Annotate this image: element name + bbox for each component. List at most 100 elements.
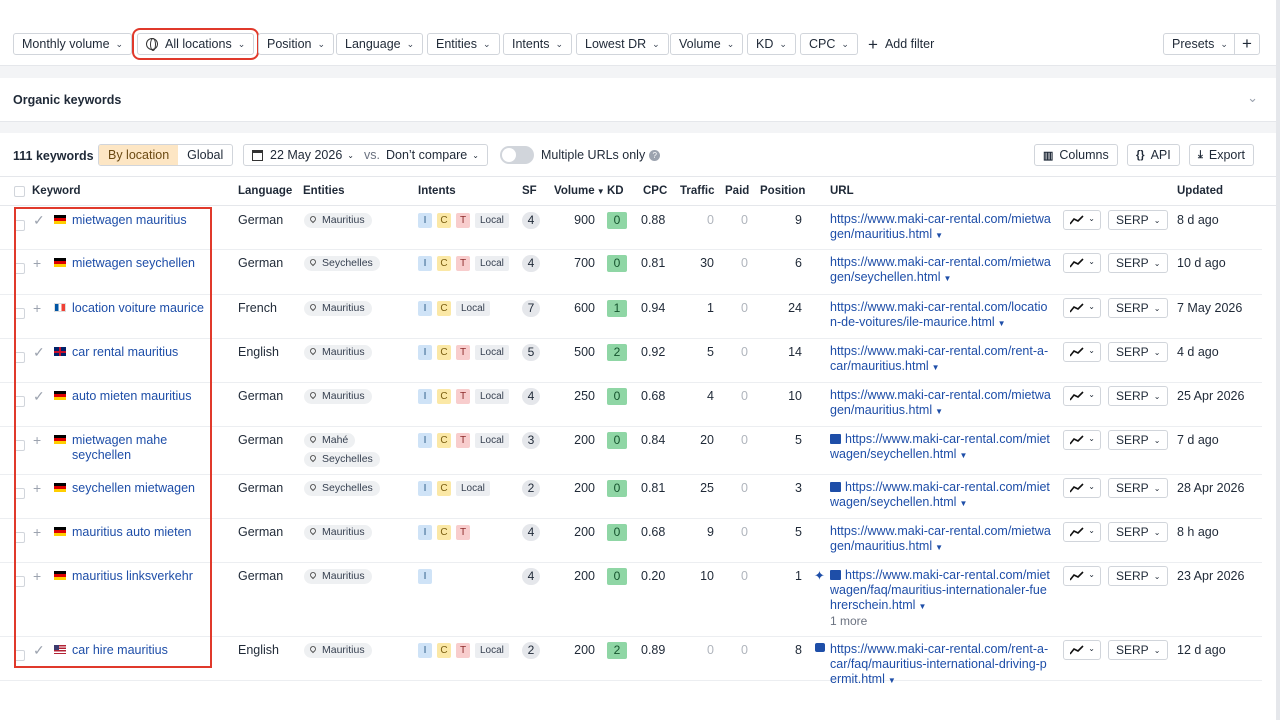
caret-down-icon[interactable]: ▼ xyxy=(998,319,1006,328)
column-header-position[interactable]: Position xyxy=(760,185,805,197)
add-filter-button[interactable]: + Add filter xyxy=(868,33,934,55)
chevron-down-icon[interactable]: ⌄ xyxy=(1247,90,1258,106)
columns-button[interactable]: ▥ Columns xyxy=(1034,144,1118,166)
url-cell: https://www.maki-car-rental.com/rent-a-c… xyxy=(830,344,1052,375)
entity-chip[interactable]: Mauritius xyxy=(304,389,372,404)
filter-entities[interactable]: Entities ⌄ xyxy=(427,33,500,55)
entity-chip[interactable]: Mauritius xyxy=(304,345,372,360)
serp-button[interactable]: SERP ⌄ xyxy=(1108,386,1169,406)
trend-chart-button[interactable]: ⌄ xyxy=(1063,342,1101,362)
chevron-down-icon: ⌄ xyxy=(1153,347,1161,357)
entity-chip[interactable]: Mauritius xyxy=(304,643,372,658)
url-link[interactable]: https://www.maki-car-rental.com/rent-a-c… xyxy=(830,642,1048,686)
column-header-updated[interactable]: Updated xyxy=(1177,185,1223,197)
url-link[interactable]: https://www.maki-car-rental.com/location… xyxy=(830,300,1047,329)
sf-count[interactable]: 4 xyxy=(522,255,540,272)
caret-down-icon[interactable]: ▼ xyxy=(932,363,940,372)
filter-language[interactable]: Language ⌄ xyxy=(336,33,424,55)
column-header-entities[interactable]: Entities xyxy=(303,185,345,197)
filter-lowest-dr[interactable]: Lowest DR ⌄ xyxy=(576,33,669,55)
global-button[interactable]: Global xyxy=(178,145,232,165)
more-urls-link[interactable]: 1 more xyxy=(830,614,1052,629)
serp-button[interactable]: SERP ⌄ xyxy=(1108,566,1169,586)
entity-chip[interactable]: Seychelles xyxy=(304,256,380,271)
caret-down-icon[interactable]: ▼ xyxy=(959,499,967,508)
filter-volume[interactable]: Volume ⌄ xyxy=(670,33,744,55)
serp-button[interactable]: SERP ⌄ xyxy=(1108,430,1169,450)
sf-count[interactable]: 5 xyxy=(522,344,540,361)
entity-chip[interactable]: Mauritius xyxy=(304,569,372,584)
caret-down-icon[interactable]: ▼ xyxy=(888,676,896,685)
filter-intents[interactable]: Intents ⌄ xyxy=(503,33,573,55)
help-icon[interactable]: ? xyxy=(649,150,661,161)
url-link[interactable]: https://www.maki-car-rental.com/mietwage… xyxy=(830,568,1050,612)
column-header-language[interactable]: Language xyxy=(238,185,292,197)
trend-chart-button[interactable]: ⌄ xyxy=(1063,640,1101,660)
sf-count[interactable]: 4 xyxy=(522,388,540,405)
serp-button[interactable]: SERP ⌄ xyxy=(1108,253,1169,273)
trend-chart-button[interactable]: ⌄ xyxy=(1063,522,1101,542)
caret-down-icon[interactable]: ▼ xyxy=(935,231,943,240)
column-header-sf[interactable]: SF xyxy=(522,185,537,197)
api-button[interactable]: {} API xyxy=(1127,144,1180,166)
filter-cpc[interactable]: CPC ⌄ xyxy=(800,33,858,55)
column-header-intents[interactable]: Intents xyxy=(418,185,456,197)
scrollbar[interactable] xyxy=(1276,0,1280,720)
serp-button[interactable]: SERP ⌄ xyxy=(1108,640,1169,660)
entity-chip[interactable]: Mauritius xyxy=(304,525,372,540)
url-link[interactable]: https://www.maki-car-rental.com/mietwage… xyxy=(830,432,1050,461)
serp-button[interactable]: SERP ⌄ xyxy=(1108,210,1169,230)
entity-chip[interactable]: Mauritius xyxy=(304,301,372,316)
column-header-url[interactable]: URL xyxy=(830,185,854,197)
caret-down-icon[interactable]: ▼ xyxy=(935,543,943,552)
serp-button[interactable]: SERP ⌄ xyxy=(1108,522,1169,542)
date-compare-picker[interactable]: 22 May 2026 ⌄ vs. Don’t compare ⌄ xyxy=(243,144,488,166)
entity-chip[interactable]: Mahé xyxy=(304,433,356,448)
entity-chip[interactable]: Seychelles xyxy=(304,452,380,467)
serp-button[interactable]: SERP ⌄ xyxy=(1108,342,1169,362)
sf-count[interactable]: 2 xyxy=(522,642,540,659)
select-all-checkbox[interactable] xyxy=(14,186,25,197)
caret-down-icon[interactable]: ▼ xyxy=(959,451,967,460)
trend-chart-button[interactable]: ⌄ xyxy=(1063,566,1101,586)
sf-count[interactable]: 7 xyxy=(522,300,540,317)
presets-button[interactable]: Presets ⌄ xyxy=(1163,33,1237,55)
multiple-urls-toggle[interactable] xyxy=(500,146,534,164)
caret-down-icon[interactable]: ▼ xyxy=(918,602,926,611)
entity-chip[interactable]: Mauritius xyxy=(304,213,372,228)
organic-keywords-panel[interactable]: Organic keywords ⌄ xyxy=(0,78,1276,122)
caret-down-icon[interactable]: ▼ xyxy=(935,407,943,416)
export-button[interactable]: ⤓ Export xyxy=(1189,144,1255,166)
trend-chart-button[interactable]: ⌄ xyxy=(1063,478,1101,498)
url-link[interactable]: https://www.maki-car-rental.com/mietwage… xyxy=(830,255,1051,284)
column-header-volume[interactable]: Volume ▼ xyxy=(554,185,605,197)
trend-chart-button[interactable]: ⌄ xyxy=(1063,386,1101,406)
sf-count[interactable]: 2 xyxy=(522,480,540,497)
filter-position[interactable]: Position ⌄ xyxy=(258,33,335,55)
trend-chart-button[interactable]: ⌄ xyxy=(1063,253,1101,273)
serp-button[interactable]: SERP ⌄ xyxy=(1108,298,1169,318)
sf-count[interactable]: 4 xyxy=(522,568,540,585)
entity-chip[interactable]: Seychelles xyxy=(304,481,380,496)
trend-chart-button[interactable]: ⌄ xyxy=(1063,430,1101,450)
sf-count[interactable]: 4 xyxy=(522,524,540,541)
add-preset-button[interactable]: + xyxy=(1234,33,1260,55)
by-location-button[interactable]: By location xyxy=(99,145,179,165)
filter-monthly-volume[interactable]: Monthly volume ⌄ xyxy=(13,33,133,55)
trend-chart-button[interactable]: ⌄ xyxy=(1063,298,1101,318)
location-pin-icon xyxy=(308,434,318,444)
trend-chart-button[interactable]: ⌄ xyxy=(1063,210,1101,230)
caret-down-icon[interactable]: ▼ xyxy=(943,274,951,283)
sf-count[interactable]: 3 xyxy=(522,432,540,449)
entity-label: Seychelles xyxy=(322,257,373,269)
column-header-paid[interactable]: Paid xyxy=(725,185,749,197)
sf-count[interactable]: 4 xyxy=(522,212,540,229)
column-header-kd[interactable]: KD xyxy=(607,185,624,197)
url-link[interactable]: https://www.maki-car-rental.com/mietwage… xyxy=(830,480,1050,509)
column-header-keyword[interactable]: Keyword xyxy=(32,185,81,197)
filter-all-locations[interactable]: All locations ⌄ xyxy=(131,28,260,60)
filter-kd[interactable]: KD ⌄ xyxy=(747,33,796,55)
column-header-traffic[interactable]: Traffic xyxy=(680,185,715,197)
serp-button[interactable]: SERP ⌄ xyxy=(1108,478,1169,498)
column-header-cpc[interactable]: CPC xyxy=(643,185,667,197)
